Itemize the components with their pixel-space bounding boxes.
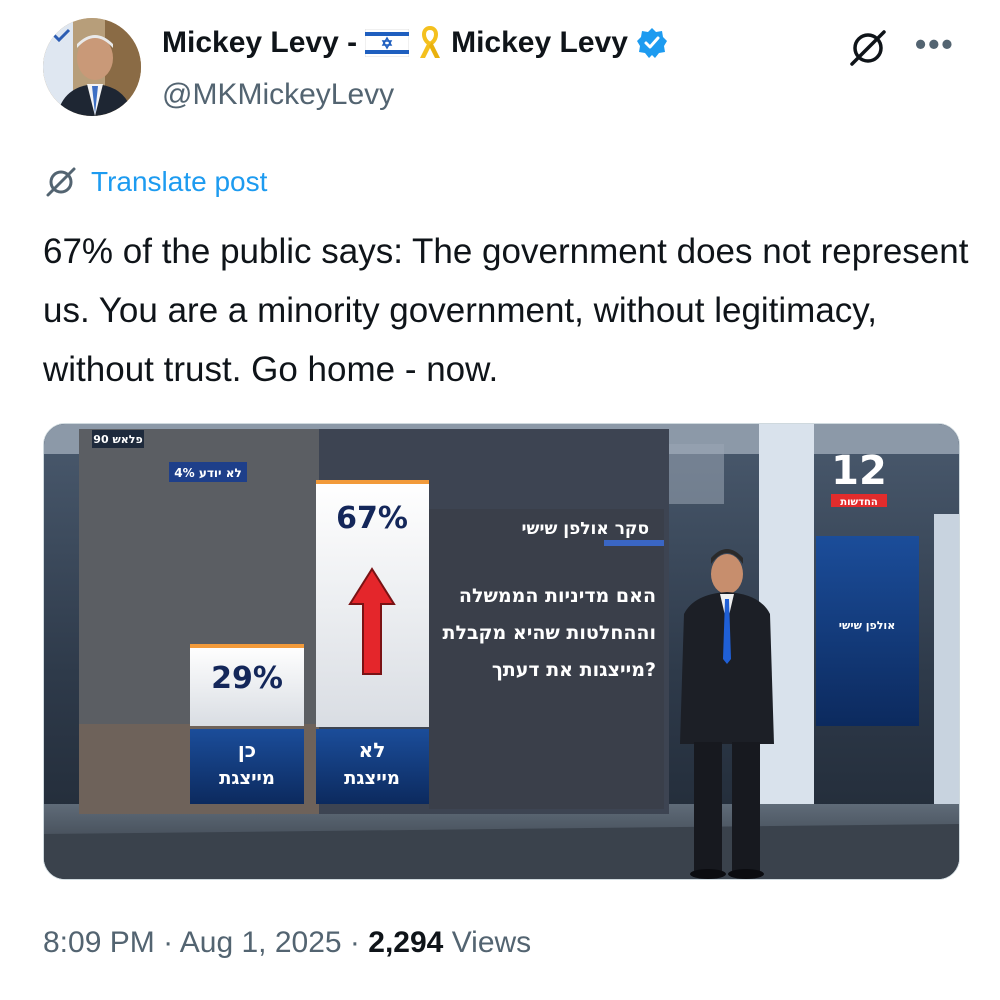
screen-label: אולפן שישי <box>839 619 895 632</box>
tweet-media-image[interactable]: 90 פלאש 4% לא יודע 29% כן מייצגת 67% לא … <box>43 423 960 880</box>
views-label: Views <box>451 926 532 959</box>
author-handle[interactable]: @MKMickeyLevy <box>162 78 394 112</box>
question-line2: וההחלטות שהיא מקבלת <box>443 622 657 644</box>
translate-post-label[interactable]: Translate post <box>91 166 267 198</box>
bar-yes-label-line2: מייצגת <box>219 768 275 789</box>
question-line1: האם מדיניות הממשלה <box>459 585 656 607</box>
grok-translate-icon <box>46 167 76 197</box>
survey-title: סקר אולפן שישי <box>522 519 649 539</box>
separator-dot: · <box>349 926 360 959</box>
bar-no-value: 67% <box>336 501 408 536</box>
grok-icon[interactable] <box>846 26 890 70</box>
bar-yes-label-line1: כן <box>238 738 256 762</box>
tweet-text: 67% of the public says: The government d… <box>43 232 969 389</box>
bar-no-label-line1: לא <box>359 738 386 762</box>
author-name-row[interactable]: Mickey Levy - Mickey Levy <box>162 26 668 60</box>
more-options-icon[interactable]: ••• <box>915 26 955 63</box>
bar-yes-value: 29% <box>211 661 283 696</box>
separator-dot: · <box>163 926 174 959</box>
panel-top-label: 90 פלאש <box>93 433 142 446</box>
post-date[interactable]: Aug 1, 2025 <box>180 926 342 959</box>
views-count: 2,294 <box>368 926 444 959</box>
tweet-footer: 8:09 PM · Aug 1, 2025 · 2,294 Views <box>43 926 531 960</box>
translate-post-link[interactable]: Translate post <box>43 164 267 200</box>
yellow-ribbon-icon <box>420 26 441 58</box>
author-display-name-part2[interactable]: Mickey Levy <box>451 26 628 60</box>
bar-no-label-line2: מייצגת <box>344 768 400 789</box>
dont-know-label: 4% לא יודע <box>174 466 241 480</box>
post-time[interactable]: 8:09 PM <box>43 926 155 959</box>
israel-flag-icon <box>365 29 410 57</box>
author-avatar[interactable] <box>43 18 141 116</box>
author-display-name-part1[interactable]: Mickey Levy - <box>162 26 357 60</box>
news-broadcast-image: 90 פלאש 4% לא יודע 29% כן מייצגת 67% לא … <box>44 424 959 879</box>
verified-badge-icon[interactable] <box>636 27 668 59</box>
channel-12-logo: 12 <box>831 448 887 494</box>
channel-sub-label: החדשות <box>840 497 877 508</box>
avatar-image <box>43 18 141 116</box>
question-line3: מייצגות את דעתך? <box>492 659 656 681</box>
